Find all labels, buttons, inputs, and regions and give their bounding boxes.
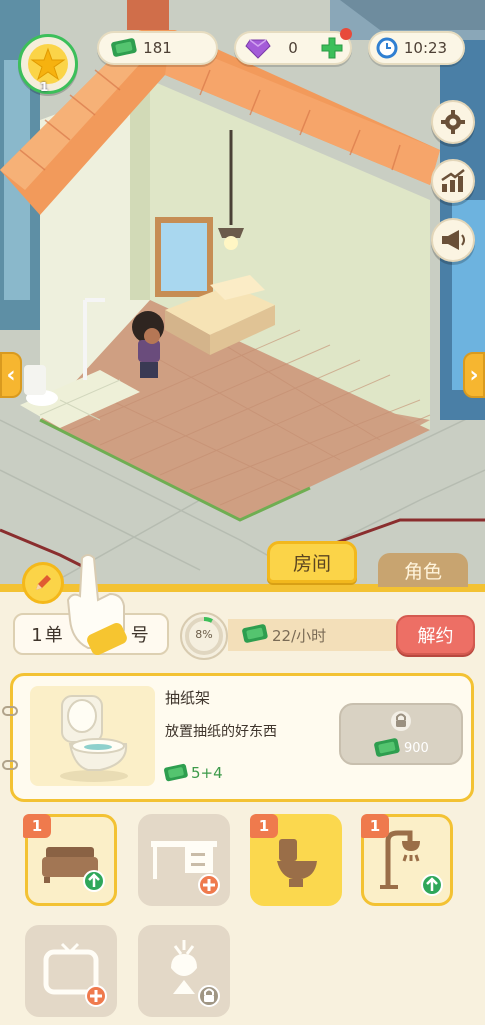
gear-icon bbox=[441, 110, 465, 134]
tab-role[interactable]: 角色 bbox=[378, 553, 468, 587]
binder-ring bbox=[2, 760, 18, 770]
next-room-button[interactable]: › bbox=[463, 352, 485, 398]
item-image bbox=[30, 686, 155, 786]
chart-up-icon bbox=[441, 169, 465, 192]
lamp-icon bbox=[171, 940, 220, 1007]
item-income-bonus: 5+4 bbox=[191, 764, 223, 782]
tv-icon bbox=[43, 942, 107, 1007]
cash-icon bbox=[374, 738, 400, 757]
megaphone-icon bbox=[442, 230, 465, 250]
slot-count-badge: 1 bbox=[23, 814, 51, 838]
slot-desk[interactable] bbox=[138, 814, 230, 906]
clock-value: 10:23 bbox=[403, 39, 448, 57]
desk-icon bbox=[151, 841, 220, 896]
binder-ring bbox=[2, 706, 18, 716]
add-gems-icon[interactable] bbox=[320, 36, 344, 60]
terminate-lease-button[interactable]: 解约 bbox=[396, 615, 475, 655]
tab-room[interactable]: 房间 bbox=[267, 541, 357, 583]
notification-dot bbox=[340, 28, 352, 40]
settings-button[interactable] bbox=[431, 100, 475, 144]
edit-room-button[interactable] bbox=[22, 562, 64, 604]
cash-icon bbox=[242, 624, 268, 643]
previous-room-button[interactable]: ‹ bbox=[0, 352, 22, 398]
gem-counter[interactable]: 0 bbox=[234, 28, 352, 65]
toilet-icon bbox=[60, 695, 128, 782]
chevron-left-icon: ‹ bbox=[6, 362, 16, 388]
cash-icon bbox=[164, 763, 188, 782]
item-price: 900 bbox=[404, 741, 429, 756]
item-description: 放置抽纸的好东西 bbox=[165, 724, 277, 740]
room-number-prefix: 1单 bbox=[31, 625, 65, 646]
stats-button[interactable] bbox=[431, 159, 475, 203]
slot-count-badge: 1 bbox=[250, 814, 278, 838]
income-rate: 22/小时 bbox=[272, 627, 327, 645]
tutorial-hand-icon bbox=[66, 554, 127, 655]
player-level: 1 bbox=[40, 80, 49, 94]
occupancy-progress-value: 8% bbox=[195, 628, 213, 641]
chevron-right-icon: › bbox=[469, 362, 479, 388]
announcement-button[interactable] bbox=[431, 218, 475, 262]
slot-tv[interactable] bbox=[25, 925, 117, 1017]
cash-counter[interactable]: 181 bbox=[97, 31, 218, 65]
room-number-suffix: 号 bbox=[130, 625, 151, 646]
slot-lamp[interactable] bbox=[138, 925, 230, 1017]
clock-display: 10:23 bbox=[368, 31, 465, 65]
cash-value: 181 bbox=[143, 39, 172, 57]
pencil-icon bbox=[36, 575, 51, 590]
slot-count-badge: 1 bbox=[361, 814, 389, 838]
item-name: 抽纸架 bbox=[165, 689, 211, 707]
game-screen: { "hud": { "level": "1", "cash": "181", … bbox=[0, 0, 485, 1025]
lock-icon bbox=[391, 711, 411, 731]
